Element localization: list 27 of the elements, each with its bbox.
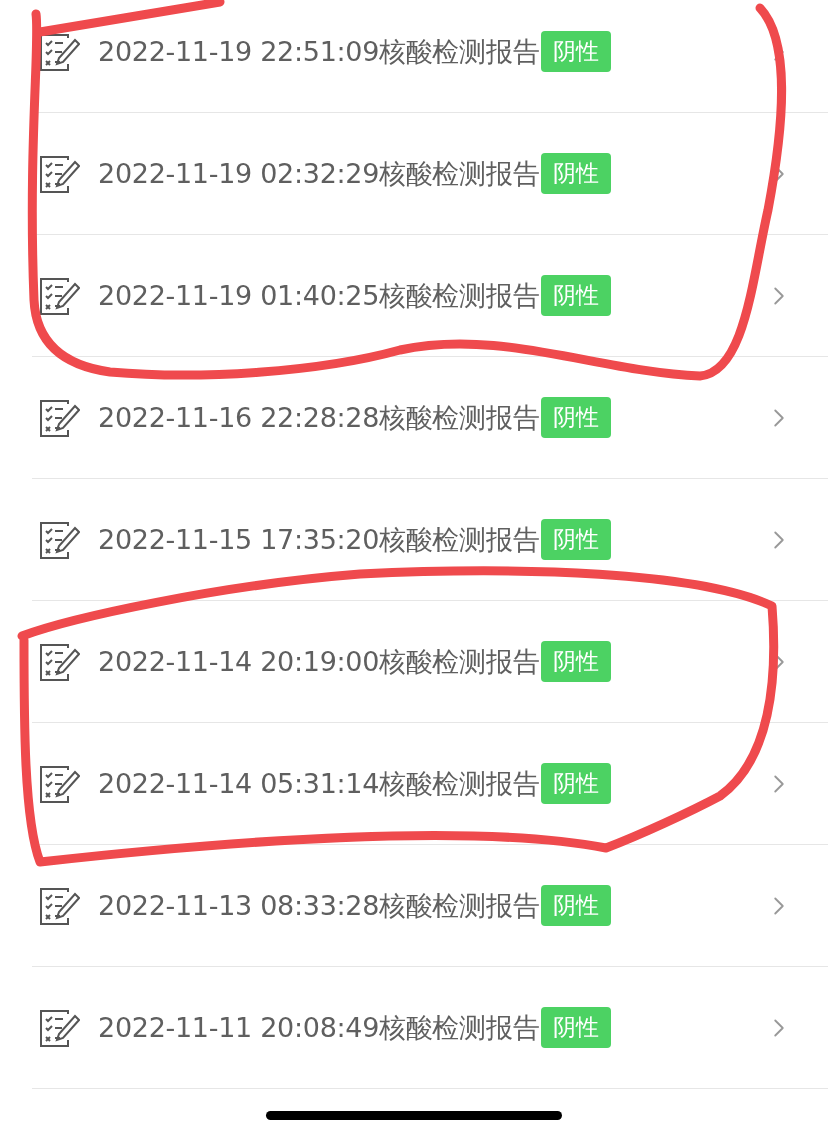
result-badge: 阴性 bbox=[541, 153, 612, 194]
result-badge: 阴性 bbox=[541, 1007, 612, 1048]
result-badge: 阴性 bbox=[541, 763, 612, 804]
checklist-pencil-icon bbox=[38, 885, 80, 926]
result-badge: 阴性 bbox=[541, 31, 612, 72]
report-title: 2022-11-19 01:40:25核酸检测报告 bbox=[98, 278, 540, 313]
checklist-pencil-icon bbox=[38, 153, 80, 194]
report-title: 2022-11-19 02:32:29核酸检测报告 bbox=[98, 156, 540, 191]
result-badge: 阴性 bbox=[541, 885, 612, 926]
checklist-pencil-icon bbox=[38, 397, 80, 438]
report-title: 2022-11-14 05:31:14核酸检测报告 bbox=[98, 766, 540, 801]
report-title: 2022-11-11 20:08:49核酸检测报告 bbox=[98, 1010, 540, 1045]
result-badge: 阴性 bbox=[541, 397, 612, 438]
checklist-pencil-icon bbox=[38, 275, 80, 316]
result-badge: 阴性 bbox=[541, 641, 612, 682]
report-title: 2022-11-15 17:35:20核酸检测报告 bbox=[98, 522, 540, 557]
report-title: 2022-11-14 20:19:00核酸检测报告 bbox=[98, 644, 540, 679]
report-title: 2022-11-19 22:51:09核酸检测报告 bbox=[98, 34, 540, 69]
checklist-pencil-icon bbox=[38, 763, 80, 804]
checklist-pencil-icon bbox=[38, 641, 80, 682]
result-badge: 阴性 bbox=[541, 519, 612, 560]
checklist-pencil-icon bbox=[38, 31, 80, 72]
report-title: 2022-11-16 22:28:28核酸检测报告 bbox=[98, 400, 540, 435]
checklist-pencil-icon bbox=[38, 519, 80, 560]
checklist-pencil-icon bbox=[38, 1007, 80, 1048]
result-badge: 阴性 bbox=[541, 275, 612, 316]
report-title: 2022-11-13 08:33:28核酸检测报告 bbox=[98, 888, 540, 923]
